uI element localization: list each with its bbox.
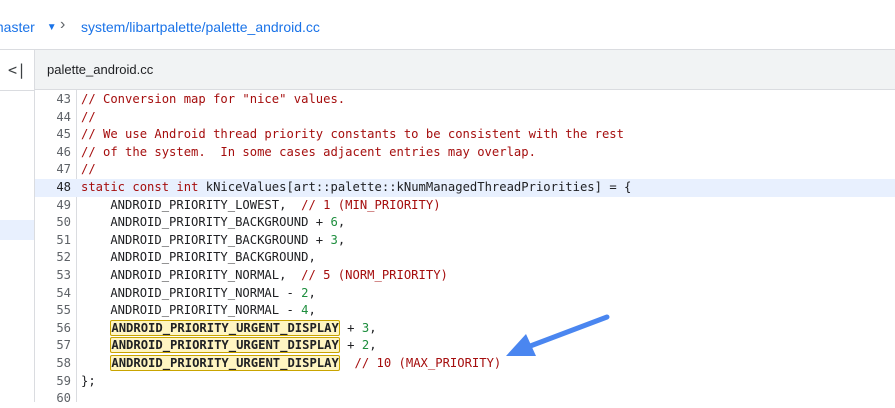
line-number[interactable]: 58 (35, 355, 71, 373)
code-line: 48 static const int kNiceValues[art::pale… (35, 179, 895, 197)
code-line: 44 // (35, 109, 895, 127)
code-text: ANDROID_PRIORITY_URGENT_DISPLAY // 10 (M… (110, 355, 502, 371)
code-line: 43 // Conversion map for "nice" values. (35, 91, 895, 109)
line-number[interactable]: 46 (35, 144, 71, 162)
search-highlight: ANDROID_PRIORITY_URGENT_DISPLAY (110, 337, 340, 354)
code-line: 54 ANDROID_PRIORITY_NORMAL - 2, (35, 285, 895, 303)
line-number[interactable]: 47 (35, 161, 71, 179)
line-number[interactable]: 48 (35, 179, 71, 197)
code-line: 45 // We use Android thread priority cons… (35, 126, 895, 144)
line-number[interactable]: 52 (35, 249, 71, 267)
line-number[interactable]: 44 (35, 109, 71, 127)
line-number[interactable]: 55 (35, 302, 71, 320)
file-tab-title[interactable]: palette_android.cc (47, 62, 153, 77)
branch-label: master (0, 19, 35, 35)
code-line: 57 ANDROID_PRIORITY_URGENT_DISPLAY + 2, (35, 337, 895, 355)
code-line: 52 ANDROID_PRIORITY_BACKGROUND, (35, 249, 895, 267)
line-number[interactable]: 45 (35, 126, 71, 144)
chevron-down-icon: ▼ (46, 21, 57, 33)
branch-selector[interactable]: master ▼ (0, 17, 57, 37)
code-text: ANDROID_PRIORITY_URGENT_DISPLAY + 2, (110, 337, 377, 354)
line-number[interactable]: 51 (35, 232, 71, 250)
line-number[interactable]: 54 (35, 285, 71, 303)
code-line: 51 ANDROID_PRIORITY_BACKGROUND + 3, (35, 232, 895, 250)
code-text: // Conversion map for "nice" values. (81, 92, 346, 106)
breadcrumb-separator: › (60, 16, 66, 33)
line-number[interactable]: 43 (35, 91, 71, 109)
code-text: // We use Android thread priority consta… (81, 127, 624, 142)
collapse-sidebar-icon[interactable]: <| (0, 50, 34, 90)
code-text: ANDROID_PRIORITY_LOWEST, // 1 (MIN_PRIOR… (81, 197, 441, 212)
code-line: 49 ANDROID_PRIORITY_LOWEST, // 1 (MIN_PR… (35, 197, 895, 215)
code-line: 58 ANDROID_PRIORITY_URGENT_DISPLAY // 10… (35, 355, 895, 373)
code-line: 60 (35, 390, 895, 408)
code-line: 46 // of the system. In some cases adjace… (35, 144, 895, 162)
line-number[interactable]: 57 (35, 337, 71, 355)
code-text: ANDROID_PRIORITY_BACKGROUND + 3, (81, 232, 346, 247)
line-number[interactable]: 53 (35, 267, 71, 285)
code-line: 59}; (35, 373, 895, 391)
search-highlight: ANDROID_PRIORITY_URGENT_DISPLAY (110, 319, 340, 336)
code-text: // (81, 162, 96, 177)
code-line: 53 ANDROID_PRIORITY_NORMAL, // 5 (NORM_P… (35, 267, 895, 285)
line-number[interactable]: 59 (35, 373, 71, 391)
code-text: // (81, 109, 96, 124)
code-text: ANDROID_PRIORITY_URGENT_DISPLAY + 3, (110, 319, 377, 336)
line-number[interactable]: 50 (35, 214, 71, 232)
code-viewer: 43 // Conversion map for "nice" values. 44… (35, 90, 895, 405)
file-tree-sidebar: <| (0, 50, 35, 402)
top-bar: master ▼ › system/libartpalette/palette_… (0, 0, 895, 50)
code-text: ANDROID_PRIORITY_NORMAL, // 5 (NORM_PRIO… (81, 268, 448, 282)
code-line: 55 ANDROID_PRIORITY_NORMAL - 4, (35, 302, 895, 320)
line-number[interactable]: 60 (35, 390, 71, 408)
code-line: 56 ANDROID_PRIORITY_URGENT_DISPLAY + 3, (35, 319, 895, 338)
line-number[interactable]: 49 (35, 197, 71, 215)
line-number[interactable]: 56 (35, 320, 71, 338)
code-line: 47 // (35, 161, 895, 179)
code-text: ANDROID_PRIORITY_BACKGROUND, (81, 250, 316, 265)
search-highlight: ANDROID_PRIORITY_URGENT_DISPLAY (110, 355, 340, 371)
code-text: ANDROID_PRIORITY_NORMAL - 4, (81, 303, 316, 318)
code-line: 50 ANDROID_PRIORITY_BACKGROUND + 6, (35, 214, 895, 232)
sidebar-divider (0, 90, 34, 91)
code-text: }; (81, 373, 96, 388)
code-text: static const int kNiceValues[art::palett… (81, 180, 632, 194)
code-text: ANDROID_PRIORITY_BACKGROUND + 6, (81, 215, 346, 230)
file-tab-bar: palette_android.cc (35, 50, 895, 90)
breadcrumb-path-link[interactable]: system/libartpalette/palette_android.cc (81, 19, 320, 35)
sidebar-selected-item[interactable] (0, 220, 34, 240)
code-text: // of the system. In some cases adjacent… (81, 144, 536, 159)
code-text: ANDROID_PRIORITY_NORMAL - 2, (81, 285, 316, 300)
